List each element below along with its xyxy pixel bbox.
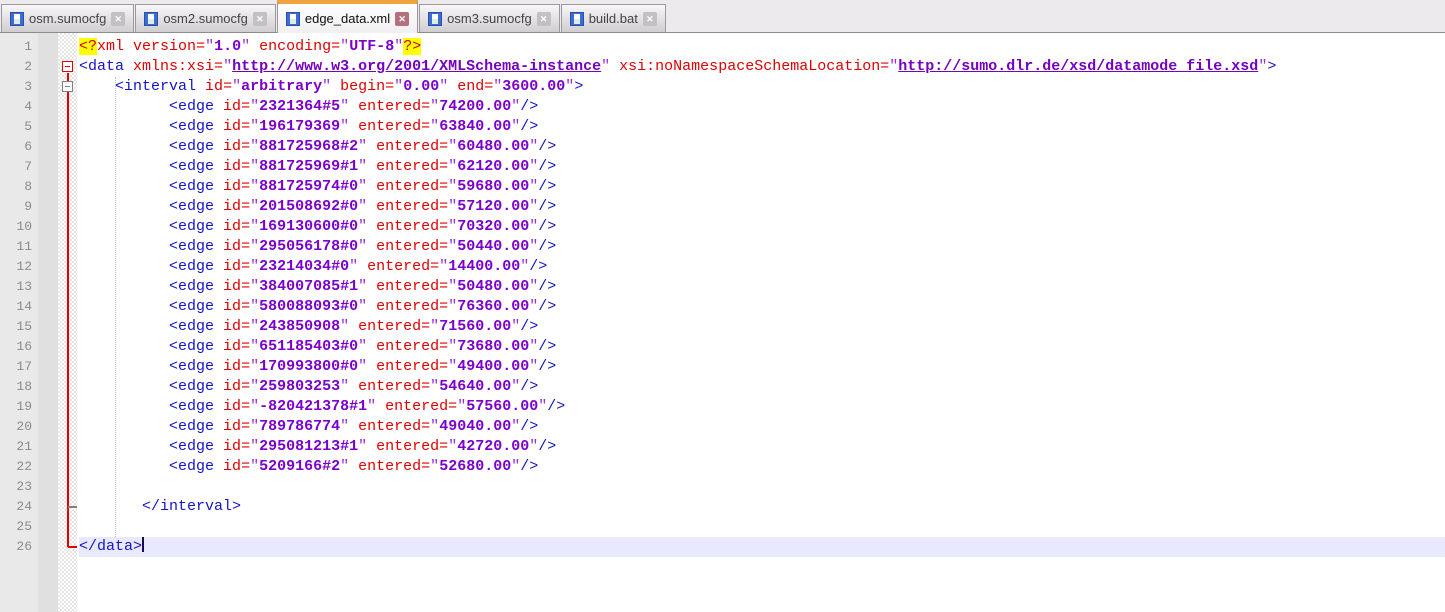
code-line[interactable]: <edge id="295056178#0" entered="50440.00… [79,237,1445,257]
code-line[interactable]: <edge id="243850908" entered="71560.00"/… [79,317,1445,337]
line-number: 8 [0,177,32,197]
line-number: 3 [0,77,32,97]
line-number: 10 [0,217,32,237]
tab-osm.sumocfg[interactable]: osm.sumocfg ✕ [1,4,134,32]
fold-collapse-icon[interactable] [62,81,73,92]
code-line[interactable]: </data> [79,537,1445,557]
code-line[interactable] [79,517,1445,537]
line-number: 2 [0,57,32,77]
code-line[interactable]: <interval id="arbitrary" begin="0.00" en… [79,77,1445,97]
line-number-gutter[interactable]: 1234567891011121314151617181920212223242… [0,33,38,612]
code-line[interactable]: <edge id="881725969#1" entered="62120.00… [79,157,1445,177]
save-icon [570,12,584,26]
code-line[interactable]: <edge id="651185403#0" entered="73680.00… [79,337,1445,357]
code-line[interactable]: <?xml version="1.0" encoding="UTF-8"?> [79,37,1445,57]
code-line[interactable]: <edge id="384007085#1" entered="50480.00… [79,277,1445,297]
code-line[interactable]: <edge id="295081213#1" entered="42720.00… [79,437,1445,457]
line-number: 5 [0,117,32,137]
bookmark-margin[interactable] [38,33,58,612]
save-icon [10,12,24,26]
tab-edge_data.xml[interactable]: edge_data.xml ✕ [277,0,418,33]
close-icon[interactable]: ✕ [111,12,125,26]
line-number: 4 [0,97,32,117]
tab-bar: osm.sumocfg✕osm2.sumocfg✕edge_data.xml✕o… [0,0,1445,33]
save-icon [428,12,442,26]
code-line[interactable]: </interval> [79,497,1445,517]
tab-label: osm.sumocfg [29,11,106,26]
fold-collapse-icon[interactable] [62,61,73,72]
indent-guide [115,77,116,537]
line-number: 6 [0,137,32,157]
save-icon [144,12,158,26]
fold-end-icon [68,506,77,508]
code-line[interactable]: <edge id="789786774" entered="49040.00"/… [79,417,1445,437]
save-icon [286,12,300,26]
fold-margin[interactable] [58,33,77,612]
code-line[interactable]: <edge id="881725974#0" entered="59680.00… [79,177,1445,197]
line-number: 1 [0,37,32,57]
editor: 1234567891011121314151617181920212223242… [0,33,1445,612]
code-line[interactable]: <edge id="170993800#0" entered="49400.00… [79,357,1445,377]
line-number: 11 [0,237,32,257]
line-number: 25 [0,517,32,537]
line-number: 19 [0,397,32,417]
code-line[interactable]: <edge id="5209166#2" entered="52680.00"/… [79,457,1445,477]
close-icon[interactable]: ✕ [643,12,657,26]
line-number: 20 [0,417,32,437]
close-icon[interactable]: ✕ [253,12,267,26]
tab-build.bat[interactable]: build.bat ✕ [561,4,666,32]
code-line[interactable]: <edge id="-820421378#1" entered="57560.0… [79,397,1445,417]
fold-end-icon [68,546,77,548]
tab-label: edge_data.xml [305,11,390,26]
close-icon[interactable]: ✕ [395,12,409,26]
line-number: 26 [0,537,32,557]
close-icon[interactable]: ✕ [537,12,551,26]
line-number: 9 [0,197,32,217]
code-line[interactable]: <edge id="201508692#0" entered="57120.00… [79,197,1445,217]
tab-label: osm3.sumocfg [447,11,532,26]
line-number: 14 [0,297,32,317]
line-number: 21 [0,437,32,457]
line-number: 12 [0,257,32,277]
line-number: 17 [0,357,32,377]
line-number: 22 [0,457,32,477]
code-line[interactable]: <edge id="259803253" entered="54640.00"/… [79,377,1445,397]
code-line[interactable]: <edge id="196179369" entered="63840.00"/… [79,117,1445,137]
code-line[interactable] [79,477,1445,497]
tab-label: build.bat [589,11,638,26]
code-area[interactable]: <?xml version="1.0" encoding="UTF-8"?><d… [77,33,1445,612]
line-number: 16 [0,337,32,357]
code-line[interactable]: <edge id="169130600#0" entered="70320.00… [79,217,1445,237]
tab-label: osm2.sumocfg [163,11,248,26]
line-number: 7 [0,157,32,177]
tab-osm2.sumocfg[interactable]: osm2.sumocfg ✕ [135,4,276,32]
code-line[interactable]: <edge id="2321364#5" entered="74200.00"/… [79,97,1445,117]
tab-osm3.sumocfg[interactable]: osm3.sumocfg ✕ [419,4,560,32]
line-number: 13 [0,277,32,297]
line-number: 24 [0,497,32,517]
line-number: 15 [0,317,32,337]
text-caret [142,537,144,552]
fold-line [67,73,69,547]
code-line[interactable]: <edge id="23214034#0" entered="14400.00"… [79,257,1445,277]
code-line[interactable]: <data xmlns:xsi="http://www.w3.org/2001/… [79,57,1445,77]
code-line[interactable]: <edge id="580088093#0" entered="76360.00… [79,297,1445,317]
code-line[interactable]: <edge id="881725968#2" entered="60480.00… [79,137,1445,157]
line-number: 18 [0,377,32,397]
line-number: 23 [0,477,32,497]
